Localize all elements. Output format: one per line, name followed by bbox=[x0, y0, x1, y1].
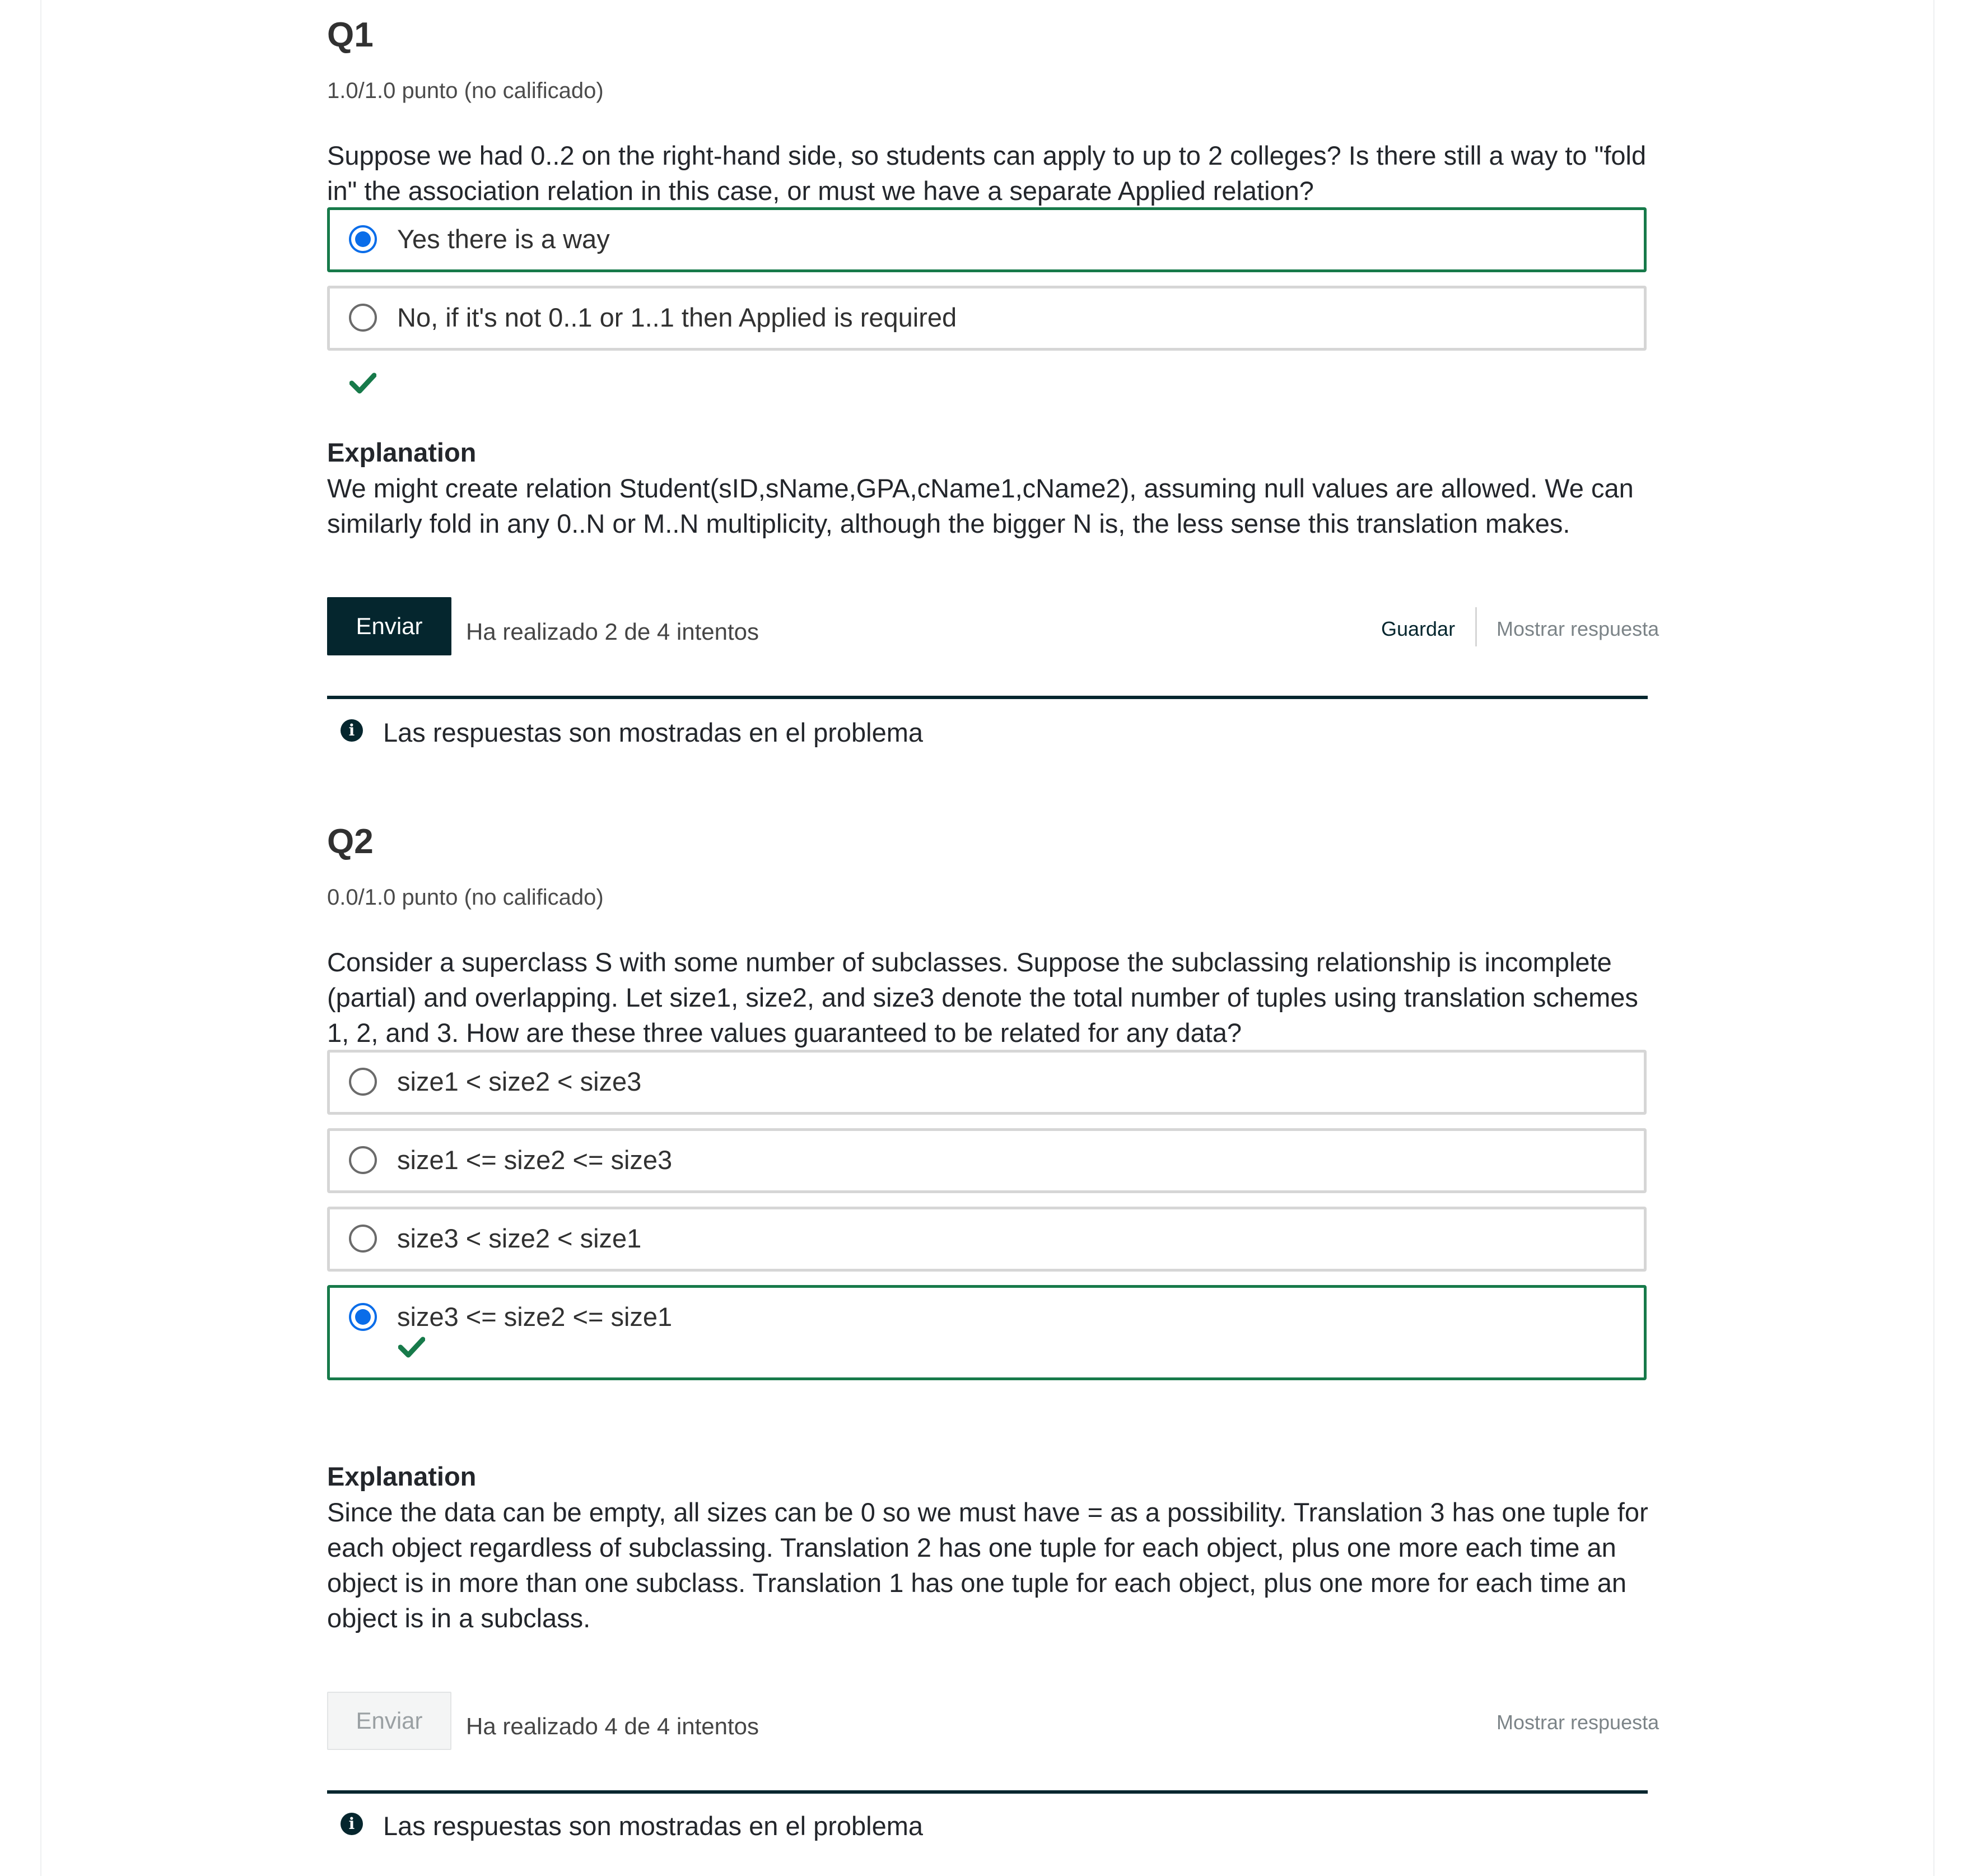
radio-button[interactable] bbox=[349, 304, 377, 332]
choice-label: size1 < size2 < size3 bbox=[397, 1067, 642, 1096]
radio-button[interactable] bbox=[349, 1068, 377, 1096]
choice-label: size1 <= size2 <= size3 bbox=[397, 1145, 673, 1175]
submit-button-disabled: Enviar bbox=[327, 1692, 451, 1750]
notification-text: Las respuestas son mostradas en el probl… bbox=[383, 1811, 924, 1841]
checkmark-icon bbox=[398, 1337, 425, 1358]
choice-option[interactable]: size3 < size2 < size1 bbox=[327, 1207, 1647, 1272]
notification-divider bbox=[327, 696, 1648, 699]
choice-option[interactable]: No, if it's not 0..1 or 1..1 then Applie… bbox=[327, 286, 1647, 351]
choice-option[interactable]: Yes there is a way bbox=[327, 207, 1647, 272]
choice-label: Yes there is a way bbox=[397, 224, 610, 254]
action-divider bbox=[1475, 607, 1477, 646]
notification-divider bbox=[327, 1790, 1648, 1794]
radio-button-selected[interactable] bbox=[349, 225, 377, 253]
checkmark-icon bbox=[349, 373, 376, 394]
submit-button[interactable]: Enviar bbox=[327, 597, 451, 655]
problem-title: Q1 bbox=[327, 16, 374, 54]
notification-text: Las respuestas son mostradas en el probl… bbox=[383, 718, 924, 747]
choice-option[interactable]: size1 <= size2 <= size3 bbox=[327, 1128, 1647, 1193]
choice-label: No, if it's not 0..1 or 1..1 then Applie… bbox=[397, 302, 957, 332]
attempts-counter: Ha realizado 2 de 4 intentos bbox=[466, 618, 759, 645]
problem-points: 0.0/1.0 punto (no calificado) bbox=[327, 885, 604, 910]
show-answer-button[interactable]: Mostrar respuesta bbox=[1497, 617, 1659, 641]
frame-border-left bbox=[40, 0, 41, 1876]
problem-points: 1.0/1.0 punto (no calificado) bbox=[327, 78, 604, 103]
problem-title: Q2 bbox=[327, 822, 374, 861]
question-text: Consider a superclass S with some number… bbox=[327, 947, 1638, 1048]
radio-button[interactable] bbox=[349, 1225, 377, 1253]
info-icon: i bbox=[341, 719, 363, 742]
choice-option[interactable]: size3 <= size2 <= size1 bbox=[327, 1285, 1647, 1380]
choice-label: size3 < size2 < size1 bbox=[397, 1223, 642, 1253]
choice-label: size3 <= size2 <= size1 bbox=[397, 1302, 673, 1332]
choice-option[interactable]: size1 < size2 < size3 bbox=[327, 1050, 1647, 1115]
explanation-text: Since the data can be empty, all sizes c… bbox=[327, 1497, 1648, 1633]
radio-button-selected[interactable] bbox=[349, 1303, 377, 1331]
info-icon: i bbox=[341, 1813, 363, 1835]
explanation-text: We might create relation Student(sID,sNa… bbox=[327, 473, 1634, 538]
question-text: Suppose we had 0..2 on the right-hand si… bbox=[327, 141, 1647, 206]
radio-button[interactable] bbox=[349, 1146, 377, 1174]
attempts-counter: Ha realizado 4 de 4 intentos bbox=[466, 1713, 759, 1739]
explanation-title: Explanation bbox=[327, 1461, 477, 1491]
save-button[interactable]: Guardar bbox=[1381, 617, 1455, 641]
frame-border-right bbox=[1933, 0, 1934, 1876]
explanation-title: Explanation bbox=[327, 437, 477, 467]
show-answer-button[interactable]: Mostrar respuesta bbox=[1497, 1711, 1659, 1734]
